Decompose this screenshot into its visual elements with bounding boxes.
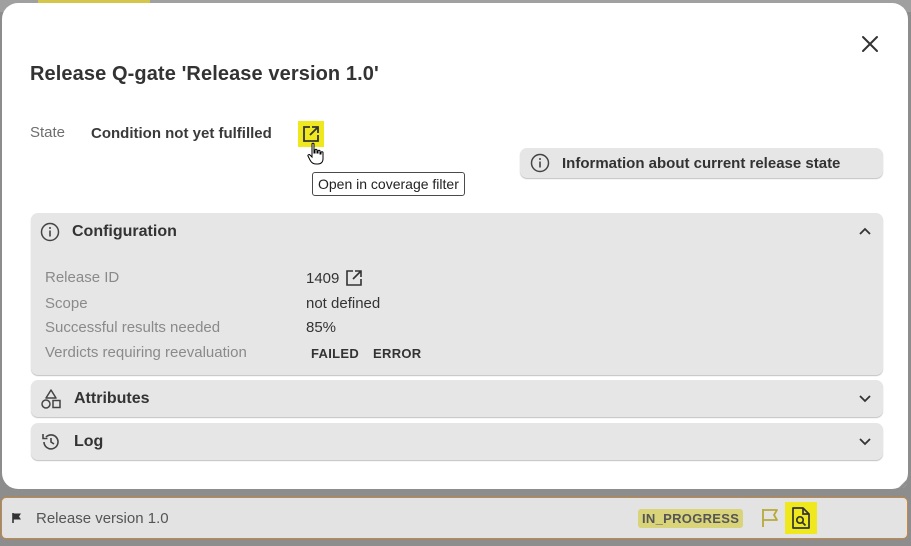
release-name: Release version 1.0 — [36, 510, 169, 527]
scope-label: Scope — [45, 295, 88, 312]
state-label: State — [30, 124, 66, 141]
release-id-number: 1409 — [306, 269, 340, 287]
dialog-title: Release Q-gate 'Release version 1.0' — [30, 63, 379, 85]
verdicts-reevaluation-value: FAILED ERROR — [311, 346, 435, 361]
release-id-label: Release ID — [45, 269, 120, 286]
attributes-panel-header[interactable]: Attributes — [31, 380, 883, 417]
verdict-chip: FAILED — [311, 346, 360, 361]
history-icon — [42, 433, 59, 450]
status-badge: IN_PROGRESS — [638, 509, 744, 528]
verdict-chip: ERROR — [373, 346, 422, 361]
log-title: Log — [74, 432, 104, 450]
chevron-up-icon — [859, 227, 871, 235]
state-value: Condition not yet fulfilled — [91, 125, 272, 142]
log-panel: Log — [31, 423, 883, 460]
search-document-button[interactable] — [785, 502, 817, 534]
search-document-icon — [792, 507, 810, 529]
info-icon — [530, 153, 550, 173]
hand-pointer-cursor-icon — [307, 142, 324, 165]
scope-value: not defined — [306, 295, 381, 312]
info-icon — [40, 222, 60, 241]
successful-results-label: Successful results needed — [45, 319, 221, 336]
close-button[interactable] — [857, 31, 883, 57]
release-state-info-button[interactable]: Information about current release state — [520, 148, 883, 178]
flag-outline-icon[interactable] — [759, 507, 781, 529]
configuration-title: Configuration — [72, 222, 177, 240]
chevron-down-icon — [859, 438, 871, 446]
flag-icon — [12, 513, 21, 523]
external-link-icon — [303, 126, 319, 142]
coverage-filter-tooltip: Open in coverage filter — [312, 172, 465, 196]
configuration-panel: Configuration Release ID 1409 Scope not … — [31, 213, 883, 375]
release-id-value: 1409 — [306, 269, 363, 287]
shapes-icon — [41, 388, 61, 409]
log-panel-header[interactable]: Log — [31, 423, 883, 460]
attributes-title: Attributes — [74, 389, 150, 407]
release-list-item[interactable]: Release version 1.0 IN_PROGRESS — [1, 497, 908, 539]
external-link-icon[interactable] — [345, 269, 363, 287]
configuration-panel-header[interactable]: Configuration — [31, 213, 883, 250]
verdicts-reevaluation-label: Verdicts requiring reevaluation — [45, 344, 247, 361]
successful-results-value: 85% — [306, 319, 337, 336]
release-qgate-dialog: Release Q-gate 'Release version 1.0' Sta… — [2, 3, 908, 489]
attributes-panel: Attributes — [31, 380, 883, 417]
resize-grip-icon[interactable] — [898, 479, 908, 489]
close-icon — [862, 36, 878, 52]
chevron-down-icon — [859, 395, 871, 403]
info-button-label: Information about current release state — [562, 154, 841, 172]
